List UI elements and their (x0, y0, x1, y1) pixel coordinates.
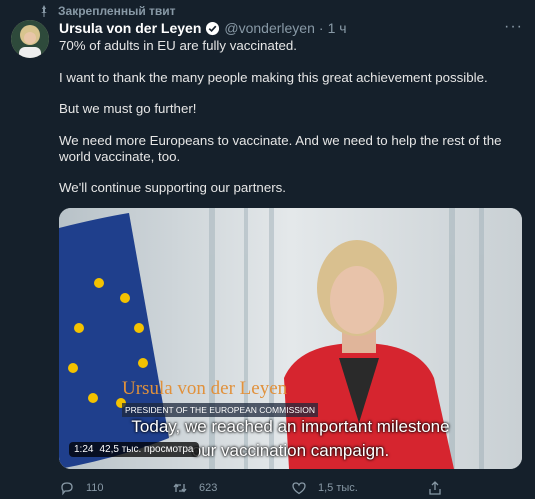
reply-icon (61, 482, 73, 496)
retweet-icon (173, 483, 187, 493)
like-icon (292, 482, 306, 495)
tweet-paragraph: We'll continue supporting our partners. (59, 180, 286, 195)
pinned-text: Закрепленный твит (58, 4, 176, 18)
video-duration: 1:24 (74, 444, 94, 455)
avatar[interactable] (11, 20, 49, 58)
retweet-count: 623 (199, 482, 218, 494)
author-name[interactable]: Ursula von der Leyen (59, 20, 201, 36)
tweet-paragraph: 70% of adults in EU are fully vaccinated… (59, 38, 297, 53)
verified-icon (206, 21, 220, 35)
reply-count: 110 (86, 482, 104, 494)
video-views: 42,5 тыс. просмотра (99, 444, 194, 455)
video-player[interactable]: Ursula von der Leyen PRESIDENT OF THE EU… (59, 208, 522, 469)
video-info-badge: 1:24 42,5 тыс. просмотра (69, 442, 199, 457)
like-count: 1,5 тыс. (318, 482, 358, 494)
reply-button[interactable]: 110 (59, 480, 104, 496)
tweet-paragraph: I want to thank the many people making t… (59, 69, 488, 85)
tweet-time[interactable]: 1 ч (328, 20, 347, 36)
tweet-text: 70% of adults in EU are fully vaccinated… (59, 38, 529, 212)
author-handle[interactable]: @vonderleyen (224, 20, 315, 36)
share-icon (429, 481, 441, 495)
tweet-actions: 110 623 1,5 тыс. (59, 480, 459, 496)
retweet-button[interactable]: 623 (172, 480, 217, 496)
share-button[interactable] (427, 480, 443, 496)
tweet-paragraph: We need more Europeans to vaccinate. And… (59, 132, 502, 164)
more-icon[interactable]: ··· (504, 18, 523, 36)
avatar-image (11, 20, 49, 58)
pinned-tweet-label: Закрепленный твит (38, 4, 176, 18)
tweet-header: Ursula von der Leyen @vonderleyen · 1 ч (59, 20, 347, 36)
separator-dot: · (318, 20, 324, 36)
lower-third-name: Ursula von der Leyen (122, 378, 288, 399)
subtitle-line: Today, we reached an important milestone (131, 417, 450, 436)
pin-icon (41, 5, 47, 17)
tweet-paragraph: But we must go further! (59, 101, 197, 116)
like-button[interactable]: 1,5 тыс. (291, 480, 358, 496)
lower-third: Ursula von der Leyen PRESIDENT OF THE EU… (122, 378, 319, 418)
lower-third-title: PRESIDENT OF THE EUROPEAN COMMISSION (122, 403, 319, 417)
